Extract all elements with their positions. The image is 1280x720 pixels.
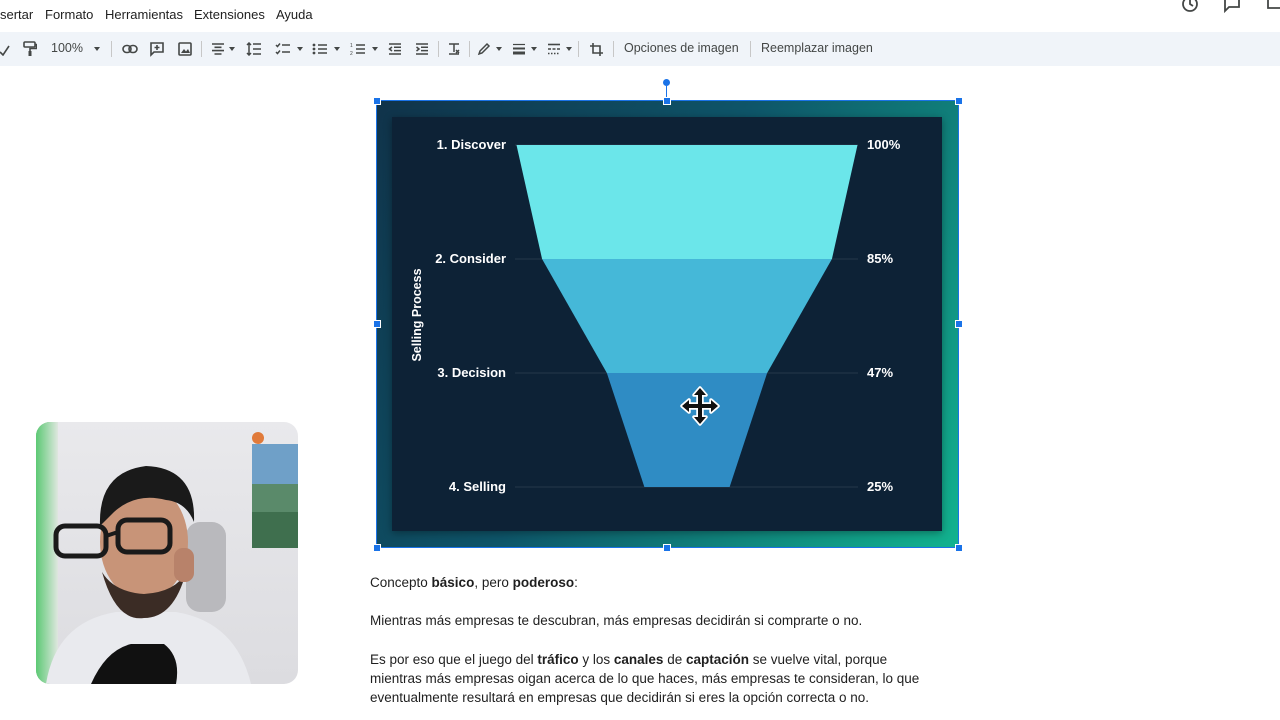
funnel-stage-label: 3. Decision <box>437 365 506 380</box>
border-dash-caret-icon[interactable] <box>566 47 572 51</box>
increase-indent-icon[interactable] <box>414 40 430 58</box>
doc-bold-run: poderoso <box>512 575 575 590</box>
toolbar-separator <box>469 41 470 57</box>
doc-text-line: mientras más empresas oigan acerca de lo… <box>370 671 920 686</box>
doc-text-run: de <box>663 652 686 667</box>
doc-text-line: eventualmente resultará en empresas que … <box>370 690 870 705</box>
funnel-chart-panel <box>392 117 942 531</box>
menu-tools[interactable]: Herramientas <box>105 7 183 22</box>
align-center-icon[interactable] <box>211 40 225 58</box>
toolbar: 100% 12 Opciones de imagen Reemplazar im… <box>0 32 1280 66</box>
toolbar-separator <box>578 41 579 57</box>
doc-bold-run: captación <box>685 652 750 667</box>
svg-text:2: 2 <box>350 51 353 56</box>
history-icon[interactable] <box>1180 0 1200 19</box>
zoom-caret-icon[interactable] <box>94 47 100 51</box>
insert-image-icon[interactable] <box>176 40 194 58</box>
toolbar-separator <box>438 41 439 57</box>
doc-paragraph-1[interactable]: Concepto básico, pero poderoso: <box>370 573 990 592</box>
doc-text-run: se vuelve vital, porque <box>749 652 888 667</box>
comment-icon[interactable] <box>1222 0 1242 19</box>
doc-bold-run: básico <box>431 575 475 590</box>
toolbar-separator <box>750 41 751 57</box>
bulleted-list-icon[interactable] <box>312 40 328 58</box>
border-color-icon[interactable] <box>476 40 492 58</box>
resize-handle-top-right[interactable] <box>955 97 963 105</box>
paint-format-icon[interactable] <box>22 40 38 58</box>
add-comment-icon[interactable] <box>148 40 166 58</box>
resize-handle-bottom[interactable] <box>663 544 671 552</box>
doc-text-run: : <box>574 575 578 590</box>
clear-formatting-icon[interactable] <box>446 40 462 58</box>
numbered-list-icon[interactable]: 12 <box>350 40 366 58</box>
funnel-value-label: 100% <box>867 137 901 152</box>
crop-icon[interactable] <box>588 40 604 58</box>
toolbar-separator <box>613 41 614 57</box>
border-weight-icon[interactable] <box>511 40 527 58</box>
doc-text-run: Es por eso que el juego del <box>370 652 538 667</box>
webcam-overlay <box>36 422 298 684</box>
resize-handle-bottom-right[interactable] <box>955 544 963 552</box>
rotation-handle[interactable] <box>663 79 670 86</box>
funnel-stage-label: 2. Consider <box>435 251 506 266</box>
doc-paragraph-2[interactable]: Mientras más empresas te descubran, más … <box>370 611 990 630</box>
doc-bold-run: tráfico <box>537 652 579 667</box>
line-spacing-icon[interactable] <box>246 40 262 58</box>
chart-axis-title: Selling Process <box>410 268 424 362</box>
move-cursor-icon <box>678 386 722 435</box>
numbered-list-caret-icon[interactable] <box>372 47 378 51</box>
doc-paragraph-3[interactable]: Es por eso que el juego del tráfico y lo… <box>370 650 990 707</box>
resize-handle-left[interactable] <box>373 320 381 328</box>
resize-handle-right[interactable] <box>955 320 963 328</box>
menu-bar: sertar Formato Herramientas Extensiones … <box>0 0 1280 30</box>
image-options-button[interactable]: Opciones de imagen <box>624 41 739 55</box>
resize-handle-bottom-left[interactable] <box>373 544 381 552</box>
doc-text-run: Concepto <box>370 575 432 590</box>
border-dash-icon[interactable] <box>546 40 562 58</box>
doc-bold-run: canales <box>613 652 664 667</box>
checklist-icon[interactable] <box>274 40 292 58</box>
resize-handle-top[interactable] <box>663 97 671 105</box>
doc-text-run: y los <box>578 652 614 667</box>
resize-handle-top-left[interactable] <box>373 97 381 105</box>
funnel-value-label: 85% <box>867 251 894 266</box>
replace-image-button[interactable]: Reemplazar imagen <box>761 41 873 55</box>
border-color-caret-icon[interactable] <box>496 47 502 51</box>
presenter-video <box>36 422 298 684</box>
menu-extensions[interactable]: Extensiones <box>194 7 265 22</box>
doc-text-run: , pero <box>474 575 513 590</box>
funnel-stage-label: 4. Selling <box>448 479 506 494</box>
zoom-select[interactable]: 100% <box>51 41 83 55</box>
bulleted-list-caret-icon[interactable] <box>334 47 340 51</box>
checklist-caret-icon[interactable] <box>297 47 303 51</box>
link-icon[interactable] <box>121 40 139 58</box>
share-icon[interactable] <box>1266 0 1280 19</box>
funnel-stage-label: 1. Discover <box>436 137 506 152</box>
decrease-indent-icon[interactable] <box>387 40 403 58</box>
funnel-value-label: 47% <box>867 365 894 380</box>
menu-format[interactable]: Formato <box>45 7 93 22</box>
menu-help[interactable]: Ayuda <box>276 7 313 22</box>
svg-text:1: 1 <box>350 43 353 49</box>
align-caret-icon[interactable] <box>229 47 235 51</box>
spellcheck-icon[interactable] <box>0 40 10 58</box>
toolbar-separator <box>201 41 202 57</box>
toolbar-separator <box>111 41 112 57</box>
funnel-value-label: 25% <box>867 479 894 494</box>
menu-insert[interactable]: sertar <box>0 7 33 22</box>
border-weight-caret-icon[interactable] <box>531 47 537 51</box>
